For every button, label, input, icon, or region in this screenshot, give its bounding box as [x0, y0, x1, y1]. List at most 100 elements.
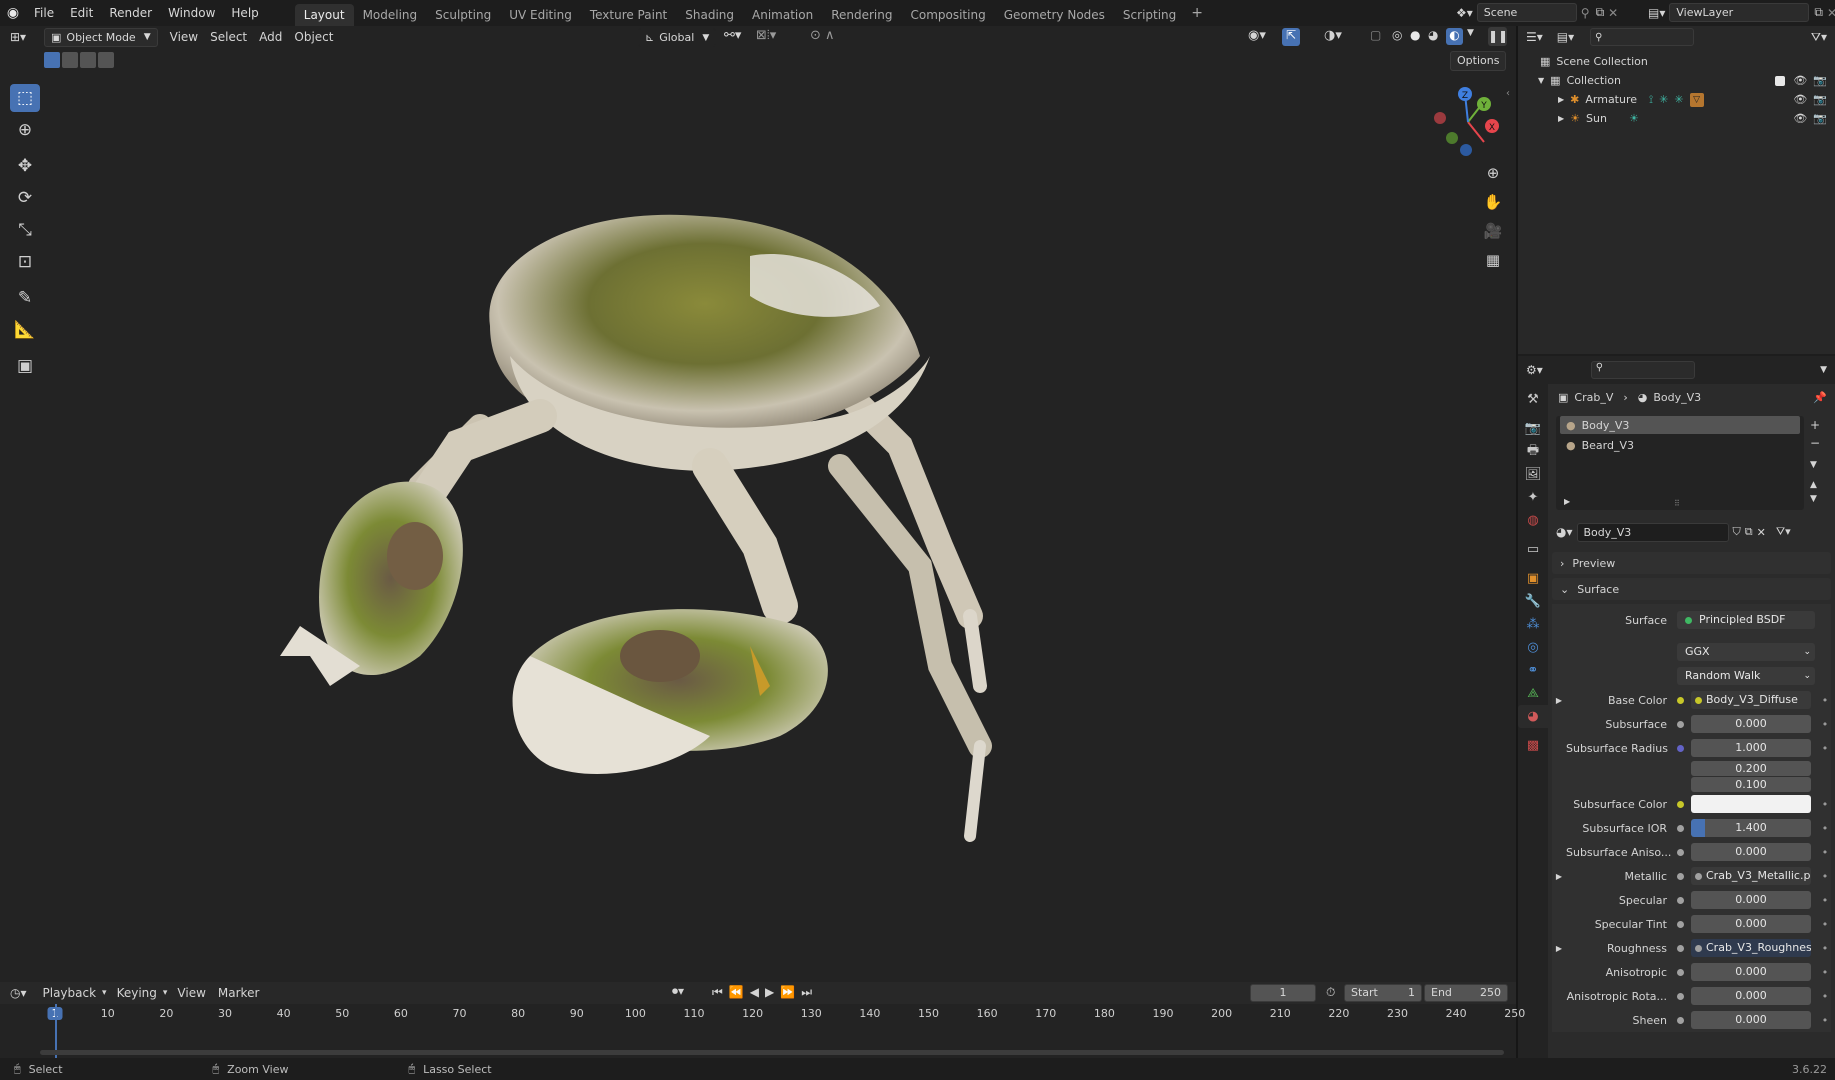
preview-panel-header[interactable]: › Preview	[1552, 552, 1831, 574]
tab-animation[interactable]: Animation	[743, 4, 822, 26]
scene-collection-row[interactable]: ▦ Scene Collection	[1518, 52, 1835, 71]
jump-end-icon[interactable]: ⏭	[801, 985, 812, 1000]
input-value-field[interactable]: 0.000	[1691, 715, 1811, 733]
neg-x-axis-handle[interactable]	[1434, 112, 1446, 124]
expand-arrow-icon[interactable]: ▶	[1558, 114, 1564, 123]
navigation-gizmo[interactable]: Z Y X	[1428, 80, 1508, 160]
input-value-field[interactable]: 0.000	[1691, 1011, 1811, 1029]
end-frame-field[interactable]: End 250	[1424, 984, 1508, 1002]
delete-view-layer-icon[interactable]: ✕	[1827, 6, 1835, 20]
input-link-field[interactable]: Body_V3_Diffuse	[1691, 691, 1811, 709]
shading-options-icon[interactable]: ▼	[1467, 28, 1474, 38]
overlays-icon[interactable]: ◑▾	[1324, 28, 1342, 43]
keyframe-dot-icon[interactable]: •	[1819, 918, 1831, 931]
texture-tab-icon[interactable]: ▩	[1518, 734, 1548, 757]
properties-search-input[interactable]: ⚲	[1590, 361, 1695, 379]
unlink-material-icon[interactable]: ✕	[1757, 526, 1766, 539]
new-scene-icon[interactable]: ⧉	[1596, 5, 1605, 20]
render-camera-icon[interactable]: 📷	[1813, 112, 1827, 125]
input-socket-icon[interactable]	[1677, 720, 1684, 728]
visibility-selector-icon[interactable]: ◉▾	[1248, 28, 1266, 43]
input-socket-icon[interactable]	[1677, 744, 1684, 752]
select-new-icon[interactable]	[44, 52, 60, 68]
input-socket-icon[interactable]	[1677, 872, 1684, 880]
filter-icon[interactable]: ⛛▾	[1811, 30, 1827, 45]
auto-keying-icon[interactable]: ⏺▾	[672, 984, 684, 999]
modifiers-tab-icon[interactable]: 🔧	[1518, 590, 1548, 613]
pin-icon[interactable]: 📌	[1813, 391, 1827, 404]
tab-shading[interactable]: Shading	[676, 4, 743, 26]
scene-tab-icon[interactable]: ✦	[1518, 486, 1548, 509]
slot-specials-icon[interactable]: ▼	[1810, 460, 1820, 470]
material-tab-icon[interactable]: ◕	[1518, 705, 1548, 728]
output-tab-icon[interactable]: 🖶	[1518, 440, 1548, 463]
input-value-field[interactable]: 1.400	[1691, 819, 1811, 837]
surface-panel-header[interactable]: ⌄ Surface	[1552, 578, 1831, 600]
scale-tool-icon[interactable]: ⤡	[10, 216, 40, 244]
input-link-field[interactable]: Crab_V3_Metallic.png	[1691, 867, 1811, 885]
data-tab-icon[interactable]: ⟁	[1518, 682, 1548, 705]
prev-keyframe-icon[interactable]: ⏪	[729, 985, 744, 1000]
rendered-shading-icon[interactable]: ◐	[1446, 28, 1463, 45]
outliner-search-input[interactable]: ⚲	[1590, 28, 1695, 46]
zoom-icon[interactable]: ⊕	[1480, 160, 1506, 186]
input-socket-icon[interactable]	[1677, 968, 1684, 976]
light-data-icon[interactable]: ☀	[1629, 112, 1639, 125]
viewport-menu-object[interactable]: Object	[288, 27, 339, 47]
eye-icon[interactable]: 👁	[1793, 93, 1807, 106]
camera-view-icon[interactable]: 🎥	[1480, 218, 1506, 244]
expand-arrow-icon[interactable]: ▶	[1552, 944, 1566, 953]
pose-icon[interactable]: ⟟	[1649, 93, 1653, 107]
eye-icon[interactable]: 👁	[1793, 74, 1807, 87]
distribution-dropdown[interactable]: GGX ⌄	[1677, 643, 1815, 661]
play-icon[interactable]: ▶	[765, 985, 774, 1000]
view-layer-icon[interactable]: ▤▾	[1648, 6, 1665, 20]
input-value-field[interactable]: 0.100	[1691, 776, 1811, 792]
bone-group-icon[interactable]: ✳	[1674, 93, 1683, 106]
timeline-menu-keying[interactable]: Keying	[111, 983, 163, 1003]
input-socket-icon[interactable]	[1677, 944, 1684, 952]
crab-3d-model[interactable]	[280, 186, 1100, 866]
add-cube-tool-icon[interactable]: ▣	[10, 352, 40, 380]
outliner-item-sun[interactable]: ▶ ☀ Sun ☀ 👁 📷	[1518, 109, 1835, 128]
constraints-tab-icon[interactable]: ⚭	[1518, 659, 1548, 682]
annotate-tool-icon[interactable]: ✎	[10, 284, 40, 312]
measure-tool-icon[interactable]: 📐	[10, 316, 40, 344]
pivot-point-icon[interactable]: ⚯▾	[724, 28, 741, 43]
viewport-menu-add[interactable]: Add	[253, 27, 288, 47]
next-keyframe-icon[interactable]: ⏩	[780, 985, 795, 1000]
move-slot-down-icon[interactable]: ▼	[1810, 494, 1820, 504]
input-socket-icon[interactable]	[1677, 1016, 1684, 1024]
tab-scripting[interactable]: Scripting	[1114, 4, 1185, 26]
tab-geometry-nodes[interactable]: Geometry Nodes	[995, 4, 1114, 26]
view-layer-tab-icon[interactable]: 🖼	[1518, 463, 1548, 486]
add-slot-icon[interactable]: +	[1810, 418, 1820, 432]
input-socket-icon[interactable]	[1677, 920, 1684, 928]
expand-arrow-icon[interactable]: ▶	[1552, 872, 1566, 881]
input-value-field[interactable]: 0.000	[1691, 963, 1811, 981]
render-camera-icon[interactable]: 📷	[1813, 74, 1827, 87]
collection-tab-icon[interactable]: ▭	[1518, 538, 1548, 561]
scene-field[interactable]: Scene	[1476, 3, 1577, 22]
pause-render-icon[interactable]: ❚❚	[1488, 27, 1508, 46]
material-slot-body[interactable]: ● Body_V3	[1560, 416, 1800, 434]
select-intersect-icon[interactable]	[98, 52, 114, 68]
transform-orientation-selector[interactable]: ⊾ Global ▼	[638, 28, 717, 47]
scene-pin-icon[interactable]: ⚲	[1581, 6, 1590, 20]
xray-icon[interactable]: ▢	[1370, 28, 1381, 42]
tab-texture-paint[interactable]: Texture Paint	[581, 4, 676, 26]
delete-scene-icon[interactable]: ✕	[1608, 6, 1618, 20]
keyframe-dot-icon[interactable]: •	[1819, 966, 1831, 979]
keyframe-dot-icon[interactable]: •	[1819, 846, 1831, 859]
current-frame-field[interactable]: 1	[1250, 984, 1316, 1002]
move-slot-up-icon[interactable]: ▲	[1810, 480, 1820, 490]
keyframe-dot-icon[interactable]: •	[1819, 870, 1831, 883]
bone-icon[interactable]: ✳	[1659, 93, 1668, 106]
frame-ruler[interactable]: 1102030405060708090100110120130140150160…	[0, 1004, 1525, 1058]
input-socket-icon[interactable]	[1677, 896, 1684, 904]
tab-modeling[interactable]: Modeling	[354, 4, 427, 26]
tab-sculpting[interactable]: Sculpting	[426, 4, 500, 26]
menu-help[interactable]: Help	[223, 0, 266, 26]
viewport-menu-view[interactable]: View	[164, 27, 204, 47]
input-socket-icon[interactable]	[1677, 848, 1684, 856]
